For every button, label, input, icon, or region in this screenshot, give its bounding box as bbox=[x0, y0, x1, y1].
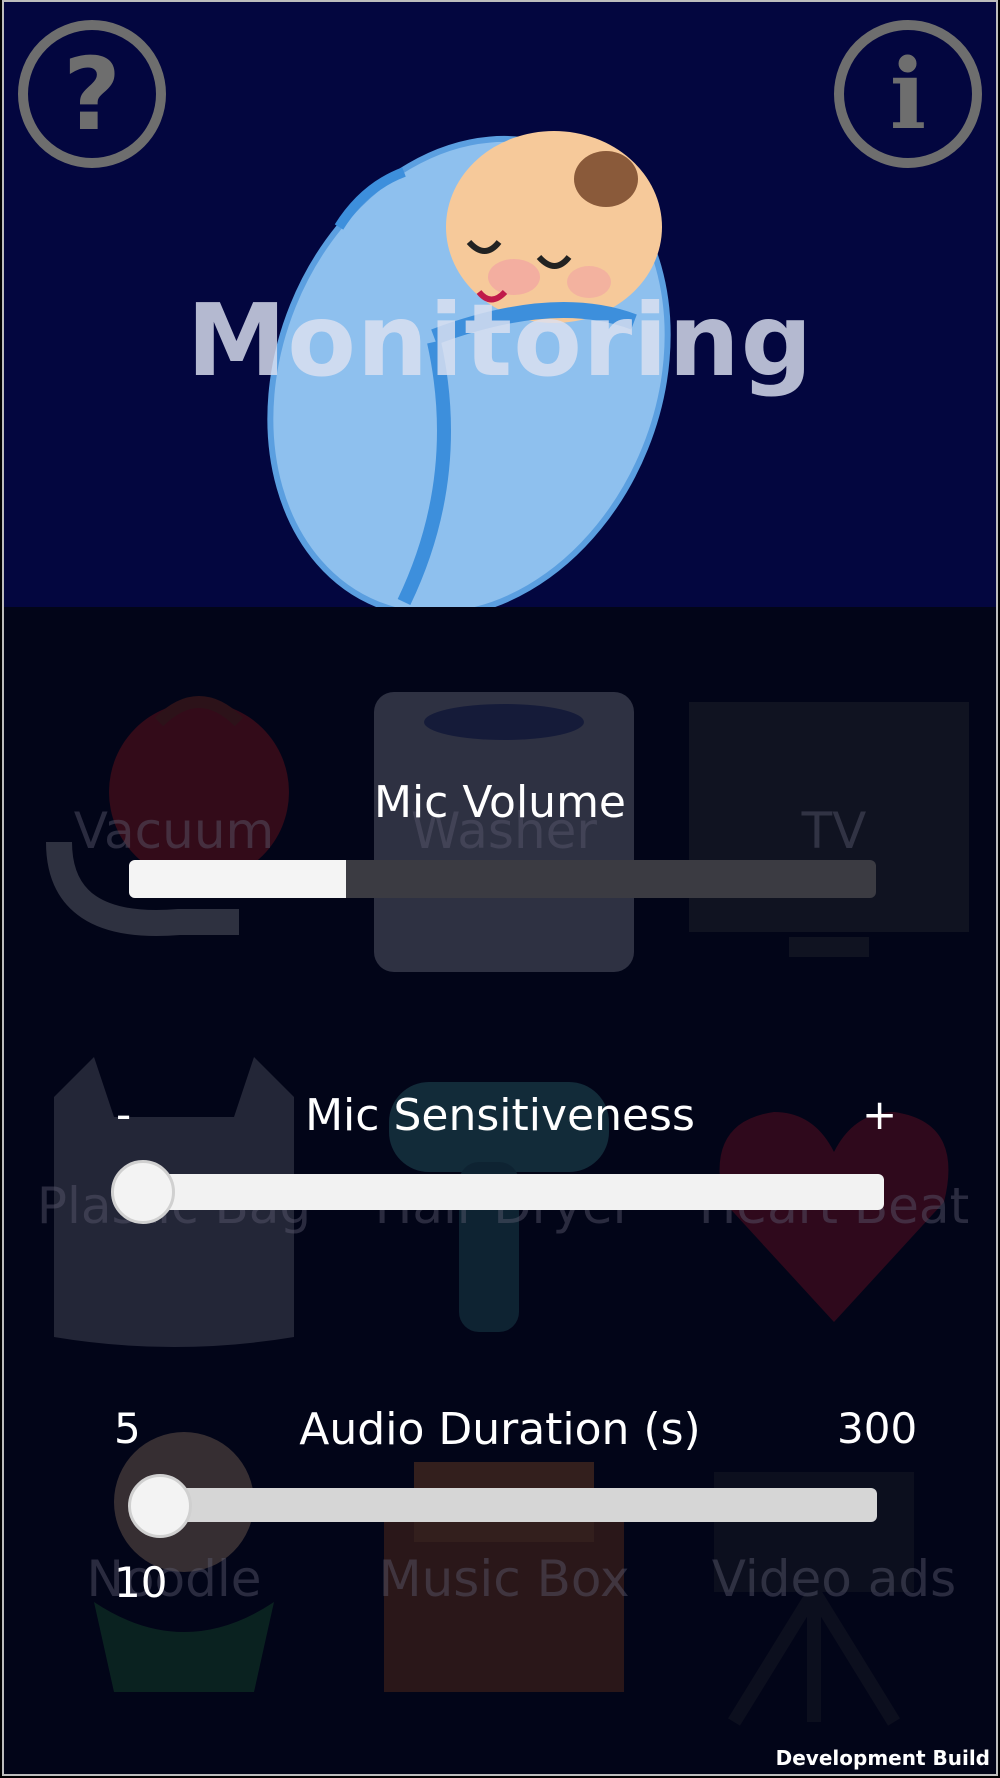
sound-option-label[interactable]: Music Box bbox=[344, 1550, 664, 1608]
mic-sensitiveness-slider[interactable] bbox=[129, 1174, 884, 1210]
mic-volume-meter bbox=[129, 860, 876, 898]
duration-max-label: 300 bbox=[837, 1404, 918, 1453]
app-screen: ? i Monitoring Vacuum Washer TV Beat Noo… bbox=[2, 0, 998, 1776]
audio-duration-slider-handle[interactable] bbox=[127, 1474, 192, 1538]
info-icon: i bbox=[889, 37, 927, 151]
development-build-label: Development Build bbox=[775, 1746, 990, 1770]
monitoring-header[interactable]: ? i Monitoring bbox=[4, 2, 996, 607]
sensitivity-max-label: + bbox=[862, 1090, 898, 1139]
monitoring-title: Monitoring bbox=[186, 282, 814, 399]
help-button[interactable]: ? bbox=[18, 20, 166, 168]
duration-value-label: 10 bbox=[114, 1558, 168, 1607]
mic-volume-level bbox=[129, 860, 346, 898]
question-mark-icon: ? bbox=[62, 35, 121, 153]
mic-sensitiveness-slider-handle[interactable] bbox=[111, 1160, 175, 1224]
info-button[interactable]: i bbox=[834, 20, 982, 168]
mic-sensitiveness-title: Mic Sensitiveness bbox=[305, 1090, 695, 1141]
mic-volume-title: Mic Volume bbox=[373, 777, 626, 828]
audio-duration-slider[interactable] bbox=[134, 1488, 877, 1522]
sound-option-label[interactable]: Noodle bbox=[14, 1550, 334, 1608]
sound-option-label[interactable]: Video ads bbox=[674, 1550, 994, 1608]
